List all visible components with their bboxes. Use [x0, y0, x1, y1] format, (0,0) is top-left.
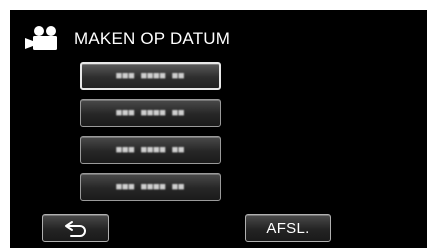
date-label: ■■■ ■■■■ ■■ [116, 145, 185, 155]
finish-button-label: AFSL. [266, 219, 310, 237]
date-label: ■■■ ■■■■ ■■ [116, 182, 185, 192]
date-button-1[interactable]: ■■■ ■■■■ ■■ [80, 62, 221, 90]
camera-menu-screen: MAKEN OP DATUM ■■■ ■■■■ ■■ ■■■ ■■■■ ■■ ■… [10, 10, 427, 248]
return-arrow-icon [64, 221, 86, 237]
back-button[interactable] [42, 214, 109, 242]
date-button-4[interactable]: ■■■ ■■■■ ■■ [80, 173, 221, 201]
date-label: ■■■ ■■■■ ■■ [116, 71, 185, 81]
date-button-2[interactable]: ■■■ ■■■■ ■■ [80, 99, 221, 127]
date-label: ■■■ ■■■■ ■■ [116, 108, 185, 118]
finish-button[interactable]: AFSL. [245, 214, 331, 242]
date-list: ■■■ ■■■■ ■■ ■■■ ■■■■ ■■ ■■■ ■■■■ ■■ ■■■ … [80, 62, 221, 210]
menu-header: MAKEN OP DATUM [23, 25, 230, 53]
video-camera-icon [25, 26, 57, 50]
date-button-3[interactable]: ■■■ ■■■■ ■■ [80, 136, 221, 164]
page-title: MAKEN OP DATUM [74, 29, 231, 48]
